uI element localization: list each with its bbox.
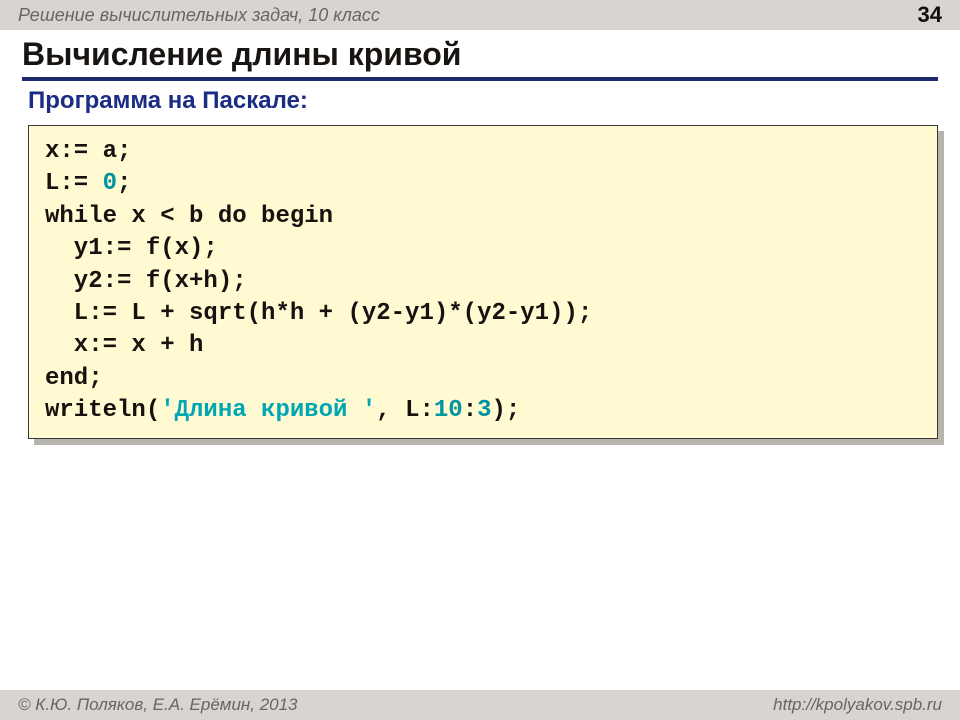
source-url: http://kpolyakov.spb.ru (773, 695, 942, 715)
code-number: 10 (434, 397, 463, 424)
code-text: , L: (376, 397, 434, 424)
code-line: x:= a; (45, 138, 131, 165)
slide-subtitle: Программа на Паскале: (22, 87, 938, 115)
slide-header: Решение вычислительных задач, 10 класс 3… (0, 0, 960, 30)
code-text: writeln( (45, 397, 160, 424)
code-number: 0 (103, 170, 117, 197)
code-line: L:= L + sqrt(h*h + (y2-y1)*(y2-y1)); (45, 300, 592, 327)
slide-content: Вычисление длины кривой Программа на Пас… (22, 36, 938, 439)
code-line: y2:= f(x+h); (45, 268, 247, 295)
code-line: end; (45, 365, 103, 392)
slide-title: Вычисление длины кривой (22, 36, 938, 81)
slide-footer: © К.Ю. Поляков, Е.А. Ерёмин, 2013 http:/… (0, 690, 960, 720)
code-text: ; (117, 170, 131, 197)
code-string: 'Длина кривой ' (160, 397, 376, 424)
code-line: while x < b do begin (45, 203, 333, 230)
pascal-code: x:= a; L:= 0; while x < b do begin y1:= … (28, 125, 938, 439)
code-line: x:= x + h (45, 332, 203, 359)
code-line: L:= (45, 170, 103, 197)
code-block: x:= a; L:= 0; while x < b do begin y1:= … (28, 125, 938, 439)
copyright: © К.Ю. Поляков, Е.А. Ерёмин, 2013 (18, 695, 773, 715)
course-name: Решение вычислительных задач, 10 класс (18, 5, 918, 26)
code-line: y1:= f(x); (45, 235, 218, 262)
page-number: 34 (918, 2, 942, 28)
code-text: ); (492, 397, 521, 424)
code-text: : (463, 397, 477, 424)
code-number: 3 (477, 397, 491, 424)
